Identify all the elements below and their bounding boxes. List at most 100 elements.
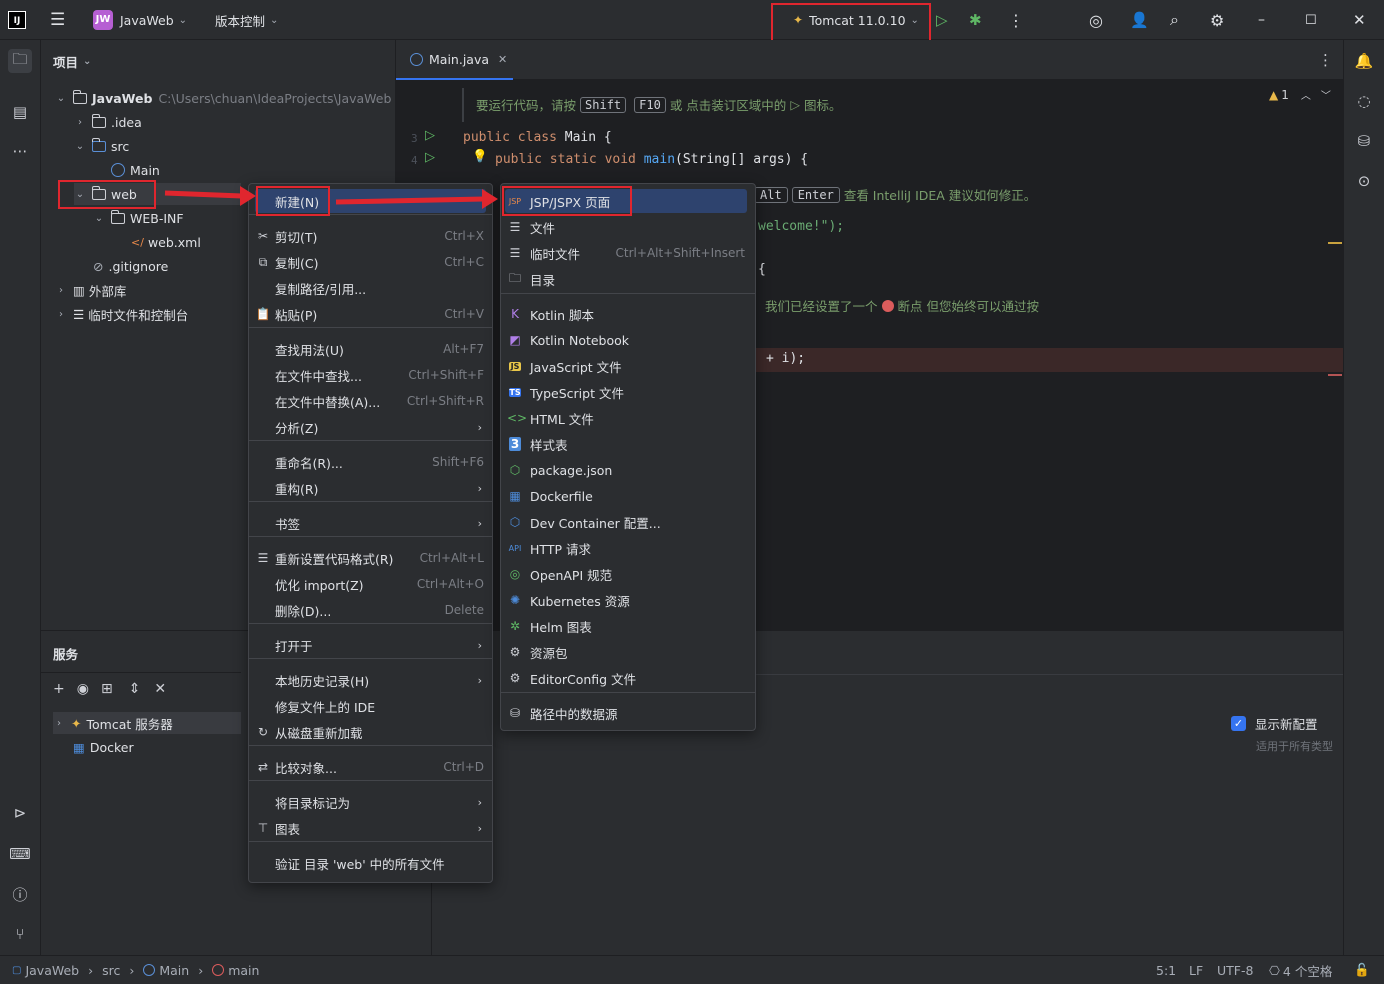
tab-options-icon[interactable]: ⋮ [1318,51,1333,69]
menu-item-find-in-files[interactable]: 在文件中查找... Ctrl+Shift+F [255,363,486,387]
minimize-icon[interactable]: – [1258,0,1265,40]
code-brace[interactable]: { [758,262,766,277]
structure-icon[interactable]: ▤ [8,100,32,124]
run-icon[interactable]: ▷ [936,0,948,40]
menu-item-find-usages[interactable]: 查找用法(U) Alt+F7 [255,337,486,361]
service-item-tomcat[interactable]: › ✦ Tomcat 服务器 [53,712,241,734]
menu-item-copy-path[interactable]: 复制路径/引用... [255,276,486,300]
submenu-item-resource-bundle[interactable]: ⚙ 资源包 [505,640,747,664]
panel-title[interactable]: 项目 ⌄ [53,50,91,72]
hamburger-menu-icon[interactable]: ☰ [50,0,65,40]
close-tab-icon[interactable]: ✕ [498,53,507,66]
tree-item-src[interactable]: ⌄ src [74,135,129,157]
menu-item-open-in[interactable]: 打开于 › [255,633,486,657]
tree-item-idea[interactable]: › .idea [74,111,142,133]
submenu-item-openapi[interactable]: ◎ OpenAPI 规范 [505,562,747,586]
more-tools-icon[interactable]: ⋯ [8,139,32,163]
tab-main-java[interactable]: Main.java ✕ [396,40,513,80]
menu-item-cut[interactable]: ✂ 剪切(T) Ctrl+X [255,224,486,248]
notifications-icon[interactable]: 🔔 [1352,49,1376,73]
debug-icon[interactable]: ✱ [969,0,982,40]
caret-position[interactable]: 5:1 [1156,963,1176,978]
menu-item-local-history[interactable]: 本地历史记录(H) › [255,668,486,692]
menu-item-reload-from-disk[interactable]: ↻ 从磁盘重新加载 [255,720,486,744]
add-icon[interactable]: + [53,681,65,697]
submenu-item-http-request[interactable]: API HTTP 请求 [505,536,747,560]
line-separator[interactable]: LF [1189,963,1203,978]
tree-item-root[interactable]: ⌄ JavaWeb C:\Users\chuan\IdeaProjects\Ja… [55,87,391,109]
submenu-item-dockerfile[interactable]: ▦ Dockerfile [505,484,747,508]
submenu-item-dev-container[interactable]: ⬡ Dev Container 配置... [505,510,747,534]
bulb-icon[interactable]: 💡 [472,148,488,164]
new-tab-icon[interactable]: ⊞ [101,681,113,697]
more-icon[interactable]: ⋮ [1008,0,1024,40]
submenu-item-kubernetes[interactable]: ✺ Kubernetes 资源 [505,588,747,612]
endpoints-icon[interactable]: ⊙ [1352,169,1376,193]
service-item-docker[interactable]: ▦ Docker [73,736,134,758]
settings-icon[interactable]: ⚙ [1210,0,1224,40]
add-user-icon[interactable]: 👤 [1130,0,1149,40]
expand-icon[interactable]: ⇕ [129,681,141,697]
search-icon[interactable]: ⌕ [1170,0,1179,40]
submenu-item-stylesheet[interactable]: 3 样式表 [505,432,747,456]
git-icon[interactable]: ⑂ [8,922,32,946]
submenu-item-kotlin-script[interactable]: K Kotlin 脚本 [505,302,747,326]
run-gutter-icon[interactable]: ▷ [425,150,435,165]
close-icon[interactable]: ✕ [1353,0,1366,40]
menu-item-analyze[interactable]: 分析(Z) › [255,415,486,439]
tree-item-main[interactable]: Main [111,159,160,181]
ai-assistant-icon[interactable]: ◎ [1089,0,1103,40]
code-line-4[interactable]: public static void main(String[] args) { [495,152,808,167]
menu-item-optimize-imports[interactable]: 优化 import(Z) Ctrl+Alt+O [255,572,486,596]
breadcrumb-item[interactable]: main [228,963,259,978]
submenu-item-typescript-file[interactable]: TS TypeScript 文件 [505,380,747,404]
menu-item-mark-directory-as[interactable]: 将目录标记为 › [255,790,486,814]
menu-item-replace-in-files[interactable]: 在文件中替换(A)... Ctrl+Shift+R [255,389,486,413]
menu-item-reformat-code[interactable]: ☰ 重新设置代码格式(R) Ctrl+Alt+L [255,546,486,570]
submenu-item-datasource-in-path[interactable]: ⛁ 路径中的数据源 [505,701,747,725]
menu-item-delete[interactable]: 删除(D)... Delete [255,598,486,622]
vcs-menu[interactable]: 版本控制 ⌄ [215,0,278,40]
eye-icon[interactable]: ◉ [77,681,89,697]
code-line-3[interactable]: public class Main { [463,130,612,145]
run-gutter-icon[interactable]: ▷ [425,128,435,143]
file-encoding[interactable]: UTF-8 [1217,963,1253,978]
tree-item-gitignore[interactable]: ⊘ .gitignore [93,255,168,277]
menu-item-compare-with[interactable]: ⇄ 比较对象... Ctrl+D [255,755,486,779]
menu-item-validate-all-files[interactable]: 验证 目录 'web' 中的所有文件 [255,851,486,875]
problems-icon[interactable]: ⓘ [8,882,32,906]
run-config-selector[interactable]: ✦ Tomcat 11.0.10 ⌄ [793,0,919,40]
breadcrumb-item[interactable]: src [102,963,120,978]
menu-item-rename[interactable]: 重命名(R)... Shift+F6 [255,450,486,474]
submenu-item-package-json[interactable]: ⬡ package.json [505,458,747,482]
menu-item-bookmarks[interactable]: 书签 › [255,511,486,535]
services-icon[interactable]: ⊳ [8,801,32,825]
submenu-item-file[interactable]: ☰ 文件 [505,215,747,239]
submenu-item-editorconfig[interactable]: ⚙ EditorConfig 文件 [505,666,747,690]
menu-item-refactor[interactable]: 重构(R) › [255,476,486,500]
breadcrumb-item[interactable]: JavaWeb [25,963,79,978]
submenu-item-helm-chart[interactable]: ✲ Helm 图表 [505,614,747,638]
project-switcher[interactable]: JW JavaWeb ⌄ [93,0,187,40]
submenu-item-html-file[interactable]: <> HTML 文件 [505,406,747,430]
inspection-widget[interactable]: ▲ 1 ︿ ﹀ [1269,87,1331,103]
menu-item-diagrams[interactable]: ⊤ 图表 › [255,816,486,840]
terminal-icon[interactable]: ⌨ [8,842,32,866]
collapse-icon[interactable]: ✕ [154,681,166,697]
indent-setting[interactable]: ⎔ 4 个空格 [1269,961,1332,980]
database-icon[interactable]: ⛁ [1352,129,1376,153]
chevron-up-icon[interactable]: ︿ [1301,87,1311,102]
menu-item-paste[interactable]: 📋 粘贴(P) Ctrl+V [255,302,486,326]
tree-item-external-libs[interactable]: › ▥ 外部库 [55,279,126,301]
submenu-item-directory[interactable]: 🗀 目录 [505,267,747,291]
show-new-config-checkbox[interactable]: ✓ 显示新配置 [1231,714,1318,733]
breadcrumb-item[interactable]: Main [159,963,189,978]
code-string[interactable]: welcome!"); [758,219,844,234]
lock-icon[interactable]: 🔓 [1354,962,1370,978]
app-logo[interactable]: IJ [8,0,26,40]
code-line-breakpoint[interactable]: + i); [766,351,805,366]
tree-item-scratches[interactable]: › ☰ 临时文件和控制台 [55,303,188,325]
maximize-icon[interactable]: ☐ [1305,0,1317,40]
tree-item-webxml[interactable]: </ web.xml [131,231,201,253]
submenu-item-javascript-file[interactable]: JS JavaScript 文件 [505,354,747,378]
